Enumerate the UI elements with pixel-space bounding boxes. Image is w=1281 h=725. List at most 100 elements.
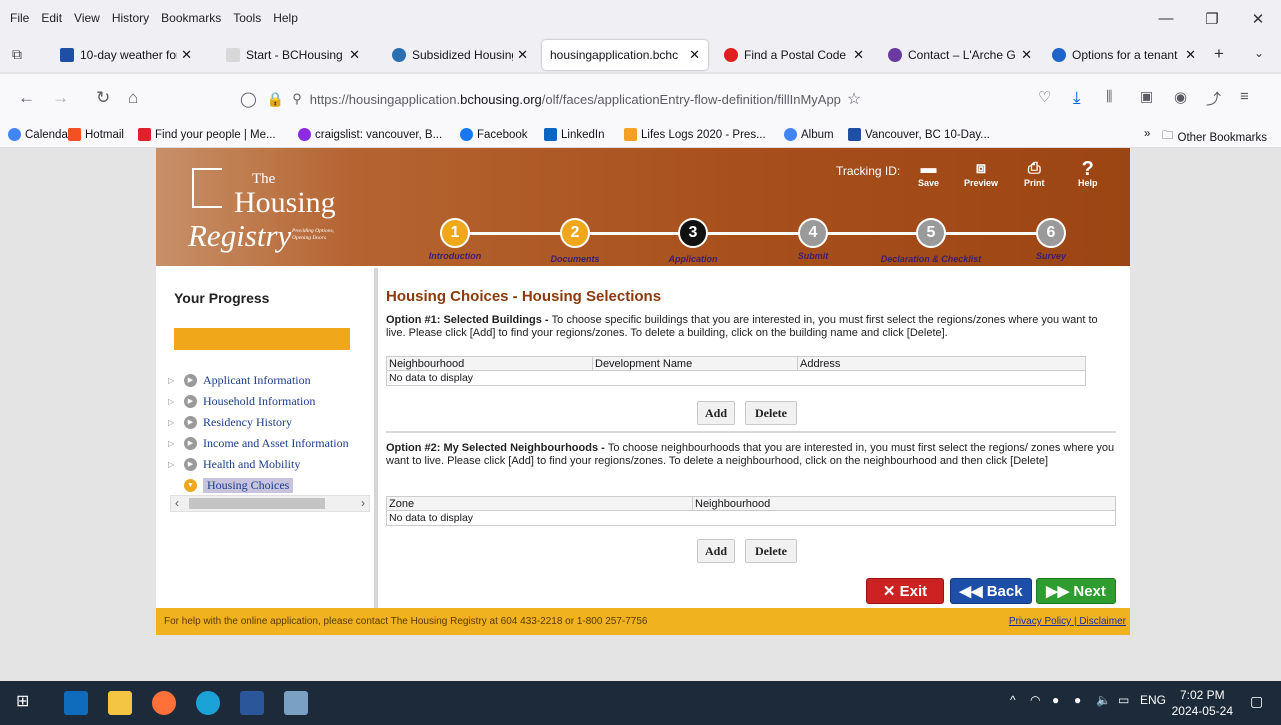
battery-icon[interactable]: ▭ <box>1118 693 1129 707</box>
tab-list-icon[interactable]: ⧉ <box>12 46 22 63</box>
tab-subsidized-housing[interactable]: Subsidized Housing ✕ <box>384 40 536 70</box>
close-tab-icon[interactable]: ✕ <box>689 47 700 63</box>
sidebar-item-income-asset[interactable]: ▷ ▶ Income and Asset Information <box>168 433 368 454</box>
delete-building-button[interactable]: Delete <box>745 401 797 425</box>
help-button[interactable]: ? Help <box>1078 159 1098 188</box>
sidebar-item-housing-choices[interactable]: ▼ Housing Choices <box>168 475 368 496</box>
menu-history[interactable]: History <box>112 11 149 25</box>
scroll-right-icon[interactable]: › <box>361 496 365 510</box>
permissions-icon[interactable]: ⚲ <box>292 91 302 107</box>
bookmark-meetup[interactable]: Find your people | Me... <box>138 128 276 141</box>
sidebar-item-household-information[interactable]: ▷ ▶ Household Information <box>168 391 368 412</box>
notifications-icon[interactable]: ▢ <box>1250 693 1263 710</box>
language-indicator[interactable]: ENG <box>1140 693 1166 707</box>
exit-button[interactable]: ✕ Exit <box>866 578 944 604</box>
tray-chevron-icon[interactable]: ^ <box>1010 693 1016 707</box>
tab-larche[interactable]: Contact – L'Arche G ✕ <box>880 40 1040 70</box>
bookmark-craigslist[interactable]: craigslist: vancouver, B... <box>298 128 442 141</box>
save-button[interactable]: ▬ Save <box>918 160 939 188</box>
edge-icon[interactable] <box>196 691 220 715</box>
scroll-left-icon[interactable]: ‹ <box>175 496 179 510</box>
word-icon[interactable] <box>240 691 264 715</box>
bookmark-facebook[interactable]: Facebook <box>460 128 528 141</box>
home-icon[interactable]: ⌂ <box>128 88 138 108</box>
preview-button[interactable]: ⧈ Preview <box>964 160 998 188</box>
disclaimer-link[interactable]: Disclaimer <box>1079 616 1126 627</box>
forward-arrow-icon[interactable]: → <box>52 88 69 108</box>
back-arrow-icon[interactable]: ← <box>18 88 35 108</box>
scrollbar-thumb[interactable] <box>189 498 325 509</box>
delete-neighbourhood-button[interactable]: Delete <box>745 539 797 563</box>
network-icon[interactable]: ◠ <box>1030 693 1040 707</box>
expand-triangle-icon[interactable]: ▷ <box>168 418 178 427</box>
pocket-icon[interactable]: ♡ <box>1038 88 1051 106</box>
expand-triangle-icon[interactable]: ▷ <box>168 460 178 469</box>
menu-bookmarks[interactable]: Bookmarks <box>161 11 221 25</box>
tab-start-bchousing[interactable]: Start - BCHousing Pi✕ <box>218 40 368 70</box>
url-bar[interactable]: ◯ 🔒 ⚲ https://housingapplication. bchousi… <box>240 82 940 116</box>
reload-icon[interactable]: ↻ <box>96 88 110 108</box>
add-building-button[interactable]: Add <box>697 401 735 425</box>
system-clock[interactable]: 7:02 PM 2024-05-24 <box>1172 687 1233 719</box>
menu-edit[interactable]: Edit <box>41 11 62 25</box>
outlook-icon[interactable] <box>64 691 88 715</box>
lock-icon[interactable]: 🔒 <box>267 91 284 108</box>
close-window-icon[interactable]: ✕ <box>1235 10 1281 28</box>
print-button[interactable]: ⎙ Print <box>1024 160 1045 188</box>
new-tab-icon[interactable]: + <box>1214 44 1224 64</box>
tab-housingapplication[interactable]: housingapplication.bchc ✕ <box>542 40 708 70</box>
expand-triangle-icon[interactable]: ▷ <box>168 439 178 448</box>
add-neighbourhood-button[interactable]: Add <box>697 539 735 563</box>
next-button[interactable]: ▶▶ Next <box>1036 578 1116 604</box>
app-tray-icon[interactable]: ● <box>1052 693 1059 707</box>
close-tab-icon[interactable]: ✕ <box>349 47 360 63</box>
volume-icon[interactable]: 🔈 <box>1096 693 1111 707</box>
menu-help[interactable]: Help <box>273 11 298 25</box>
minimize-icon[interactable]: — <box>1143 10 1189 28</box>
step-1[interactable]: 1 <box>440 218 470 248</box>
security-icon[interactable]: ● <box>1074 693 1081 707</box>
back-button[interactable]: ◀◀ Back <box>950 578 1032 604</box>
windows-start-icon[interactable]: ⊞ <box>16 691 40 715</box>
expand-triangle-icon[interactable]: ▷ <box>168 397 178 406</box>
bookmark-album[interactable]: Album <box>784 128 834 141</box>
close-tab-icon[interactable]: ✕ <box>181 47 192 63</box>
expand-triangle-icon[interactable]: ▷ <box>168 376 178 385</box>
menu-tools[interactable]: Tools <box>233 11 261 25</box>
bookmark-hotmail[interactable]: Hotmail <box>68 128 124 141</box>
library-icon[interactable]: ⫼ <box>1106 88 1112 105</box>
housing-registry-logo[interactable]: The Housing Registry Providing Options, … <box>184 166 384 261</box>
bookmark-star-icon[interactable]: ☆ <box>847 89 861 109</box>
sidebar-item-applicant-information[interactable]: ▷ ▶ Applicant Information <box>168 370 368 391</box>
bookmark-lifes-logs[interactable]: Lifes Logs 2020 - Pres... <box>624 128 766 141</box>
bookmarks-overflow-icon[interactable]: » <box>1144 128 1150 140</box>
account-icon[interactable]: ◉ <box>1174 88 1187 106</box>
bookmark-calendar[interactable]: Calendar <box>8 128 72 141</box>
close-tab-icon[interactable]: ✕ <box>517 47 528 63</box>
sidebar-horizontal-scrollbar[interactable]: ‹ › <box>170 495 370 512</box>
close-tab-icon[interactable]: ✕ <box>1021 47 1032 63</box>
tab-overflow-chevron-icon[interactable]: ⌄ <box>1254 46 1264 60</box>
menu-view[interactable]: View <box>74 11 100 25</box>
step-3[interactable]: 3 <box>678 218 708 248</box>
sidebar-icon[interactable]: ▣ <box>1140 88 1153 105</box>
other-bookmarks[interactable]: 🗀 Other Bookmarks <box>1162 128 1267 147</box>
menu-file[interactable]: File <box>10 11 29 25</box>
bookmark-vancouver-weather[interactable]: Vancouver, BC 10-Day... <box>848 128 990 141</box>
firefox-icon[interactable] <box>152 691 176 715</box>
download-icon[interactable]: ⤓ <box>1073 88 1081 108</box>
file-explorer-icon[interactable] <box>108 691 132 715</box>
privacy-policy-link[interactable]: Privacy Policy <box>1009 616 1071 627</box>
sidebar-item-residency-history[interactable]: ▷ ▶ Residency History <box>168 412 368 433</box>
app-icon[interactable] <box>284 691 308 715</box>
step-2[interactable]: 2 <box>560 218 590 248</box>
tab-options-tenant[interactable]: Options for a tenant ✕ <box>1044 40 1204 70</box>
extensions-icon[interactable]: ⤴ <box>1206 88 1221 109</box>
sidebar-item-health-mobility[interactable]: ▷ ▶ Health and Mobility <box>168 454 368 475</box>
tab-postal-code[interactable]: Find a Postal Code | ✕ <box>716 40 872 70</box>
hamburger-menu-icon[interactable]: ≡ <box>1240 88 1249 105</box>
tab-weather[interactable]: 10-day weather fore ✕ <box>52 40 200 70</box>
close-tab-icon[interactable]: ✕ <box>853 47 864 63</box>
shield-icon[interactable]: ◯ <box>240 90 257 108</box>
bookmark-linkedin[interactable]: LinkedIn <box>544 128 604 141</box>
